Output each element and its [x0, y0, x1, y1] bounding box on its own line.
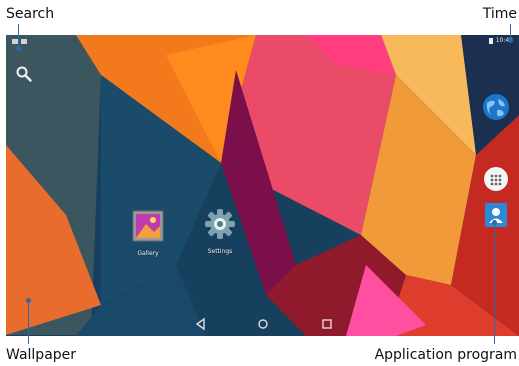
settings-app[interactable]: Settings	[202, 208, 238, 255]
time-callout: Time	[482, 6, 517, 22]
gallery-app[interactable]: Gallery	[130, 210, 166, 257]
home-icon[interactable]	[256, 317, 270, 331]
search-callout: Search	[6, 6, 55, 22]
recents-icon[interactable]	[320, 317, 334, 331]
app-drawer-icon[interactable]	[483, 166, 509, 192]
application-program-leader-line	[494, 222, 495, 344]
search-leader-line	[18, 24, 19, 48]
wallpaper-callout: Wallpaper	[6, 347, 77, 363]
sd-card-icon	[21, 39, 27, 44]
wallpaper-leader-dot	[26, 298, 31, 303]
settings-label: Settings	[207, 248, 233, 255]
search-icon[interactable]	[15, 65, 33, 83]
time-leader-dot	[508, 38, 513, 43]
navigation-bar	[6, 312, 519, 336]
back-icon[interactable]	[194, 317, 208, 331]
gallery-icon	[132, 210, 164, 242]
device-screen: 10:42 Gallery Settings	[6, 35, 519, 336]
battery-icon	[488, 37, 493, 44]
browser-globe-icon[interactable]	[482, 93, 510, 121]
search-leader-dot	[16, 46, 21, 51]
settings-icon	[205, 209, 235, 239]
status-bar-left	[12, 39, 27, 44]
gallery-label: Gallery	[137, 250, 159, 257]
application-program-leader-dot	[492, 220, 497, 225]
wallpaper	[6, 35, 519, 336]
application-program-callout: Application program	[374, 347, 517, 363]
wallpaper-leader-line	[28, 300, 29, 344]
